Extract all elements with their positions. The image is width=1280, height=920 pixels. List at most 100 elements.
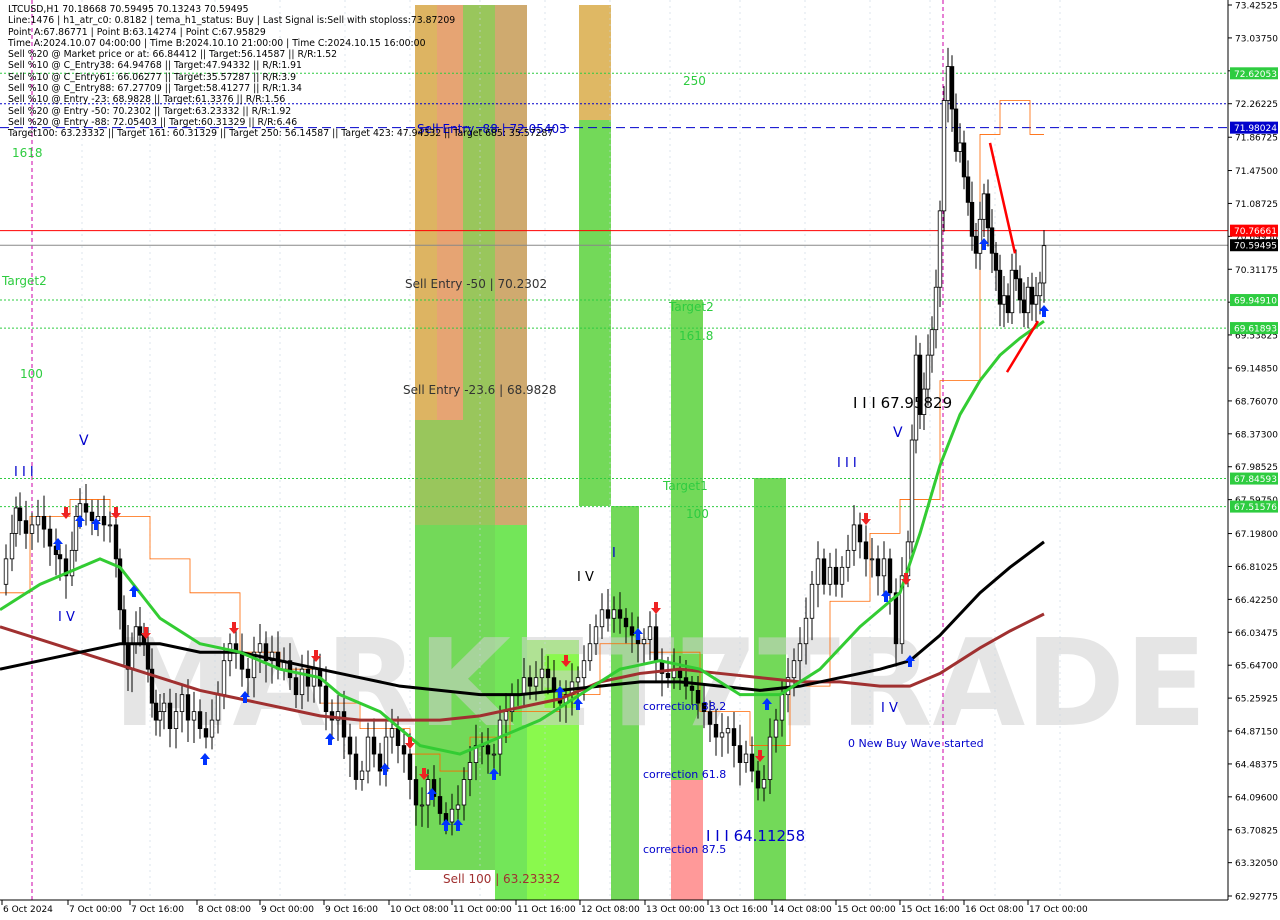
annotation-label: correction 61.8 [643, 768, 726, 781]
candle-body [599, 609, 605, 628]
candle-body [653, 626, 659, 662]
annotation-label: Sell Entry -50 | 70.2302 [405, 277, 547, 291]
zone-rect [579, 120, 611, 506]
candle-body [209, 719, 215, 738]
candle-body [77, 503, 83, 517]
candle-body [101, 516, 107, 526]
candle-body [257, 643, 263, 653]
candle-body [551, 677, 557, 691]
watermark: MARKET7TRADE [113, 615, 1207, 754]
y-tick-label: 69.14850 [1235, 364, 1278, 374]
candle-body [815, 558, 821, 585]
annotation-label: Target1 [662, 479, 708, 493]
candle-body [419, 804, 425, 807]
annotation-label: correction 38.2 [643, 700, 726, 713]
candle-body [1041, 245, 1047, 284]
annotation-label: V [893, 425, 903, 441]
candle-body [293, 677, 299, 696]
x-tick-label: 6 Oct 2024 [3, 905, 53, 915]
candle-body [1009, 269, 1015, 314]
candle-body [1037, 282, 1043, 297]
candle-body [197, 711, 203, 730]
candle-body [539, 668, 545, 679]
candle-body [145, 643, 151, 670]
y-tick-label: 70.31175 [1235, 266, 1278, 276]
candle-body [17, 507, 23, 522]
y-tick-label: 72.26225 [1235, 100, 1278, 110]
y-tick-label: 71.86725 [1235, 134, 1278, 144]
candle-body [221, 660, 227, 696]
candle-body [827, 566, 833, 585]
x-tick-label: 17 Oct 00:00 [1029, 905, 1088, 915]
candle-body [623, 617, 629, 628]
annotation-label: I [612, 546, 616, 561]
price-label-text: 70.59495 [1234, 242, 1277, 252]
candle-body [9, 532, 15, 560]
candle-body [689, 685, 695, 691]
candle-body [981, 193, 987, 220]
candle-body [245, 668, 251, 679]
x-tick-label: 14 Oct 08:00 [773, 905, 832, 915]
y-tick-label: 63.70825 [1235, 826, 1278, 836]
candle-body [945, 66, 951, 101]
time-axis: 6 Oct 2024 7 Oct 00:00 7 Oct 16:00 8 Oct 08… [1, 900, 1088, 915]
candle-body [969, 201, 975, 237]
y-tick-label: 73.42525 [1235, 2, 1278, 12]
candle-body [491, 753, 497, 756]
candle-body [347, 736, 353, 755]
candle-body [73, 516, 79, 551]
candle-body [1025, 286, 1031, 314]
candle-body [719, 732, 725, 738]
candle-body [179, 694, 185, 713]
candle-body [965, 176, 971, 203]
candle-body [647, 626, 653, 640]
candle-body [605, 609, 611, 619]
candle-body [737, 745, 743, 763]
candle-body [773, 719, 779, 738]
candle-body [467, 762, 473, 780]
candle-body [407, 753, 413, 780]
candle-body [707, 711, 713, 725]
candle-body [743, 753, 749, 763]
candle-body [29, 524, 35, 534]
candle-body [455, 804, 461, 810]
candle-body [665, 673, 671, 679]
candle-body [937, 210, 943, 288]
x-tick-label: 8 Oct 08:00 [198, 905, 251, 915]
candle-body [359, 770, 365, 780]
x-tick-label: 15 Oct 00:00 [837, 905, 896, 915]
annotation-label: Sell Entry -23.6 | 68.9828 [403, 383, 557, 397]
y-tick-label: 65.64700 [1235, 662, 1278, 672]
y-tick-label: 66.81025 [1235, 563, 1278, 573]
candle-body [821, 558, 827, 585]
candle-body [129, 643, 135, 670]
candle-body [593, 626, 599, 645]
x-tick-label: 7 Oct 16:00 [131, 905, 184, 915]
annotation-label: 0 New Buy Wave started [848, 737, 984, 750]
x-tick-label: 11 Oct 00:00 [453, 905, 512, 915]
candle-body [161, 702, 167, 713]
price-label-text: 69.94910 [1234, 297, 1277, 307]
candle-body [521, 677, 527, 696]
x-tick-label: 13 Oct 00:00 [646, 905, 705, 915]
candle-body [1005, 295, 1011, 314]
y-tick-label: 63.32050 [1235, 859, 1278, 869]
annotation-label: I V [58, 610, 75, 625]
y-tick-label: 64.48375 [1235, 760, 1278, 770]
candle-body [503, 711, 509, 721]
price-label-text: 72.62053 [1234, 70, 1277, 80]
candle-body [953, 108, 959, 152]
x-tick-label: 16 Oct 08:00 [965, 905, 1024, 915]
candle-body [485, 745, 491, 755]
price-label-text: 71.98024 [1234, 124, 1277, 134]
candle-body [449, 808, 455, 823]
candle-body [749, 753, 755, 772]
candle-body [341, 711, 347, 738]
candle-body [191, 711, 197, 721]
candle-body [3, 558, 9, 585]
annotation-label: Sell 100 | 63.23332 [443, 872, 560, 886]
candle-body [611, 609, 617, 619]
candle-body [133, 626, 139, 645]
candle-body [617, 609, 623, 619]
annotation-label: I I I [14, 465, 34, 480]
